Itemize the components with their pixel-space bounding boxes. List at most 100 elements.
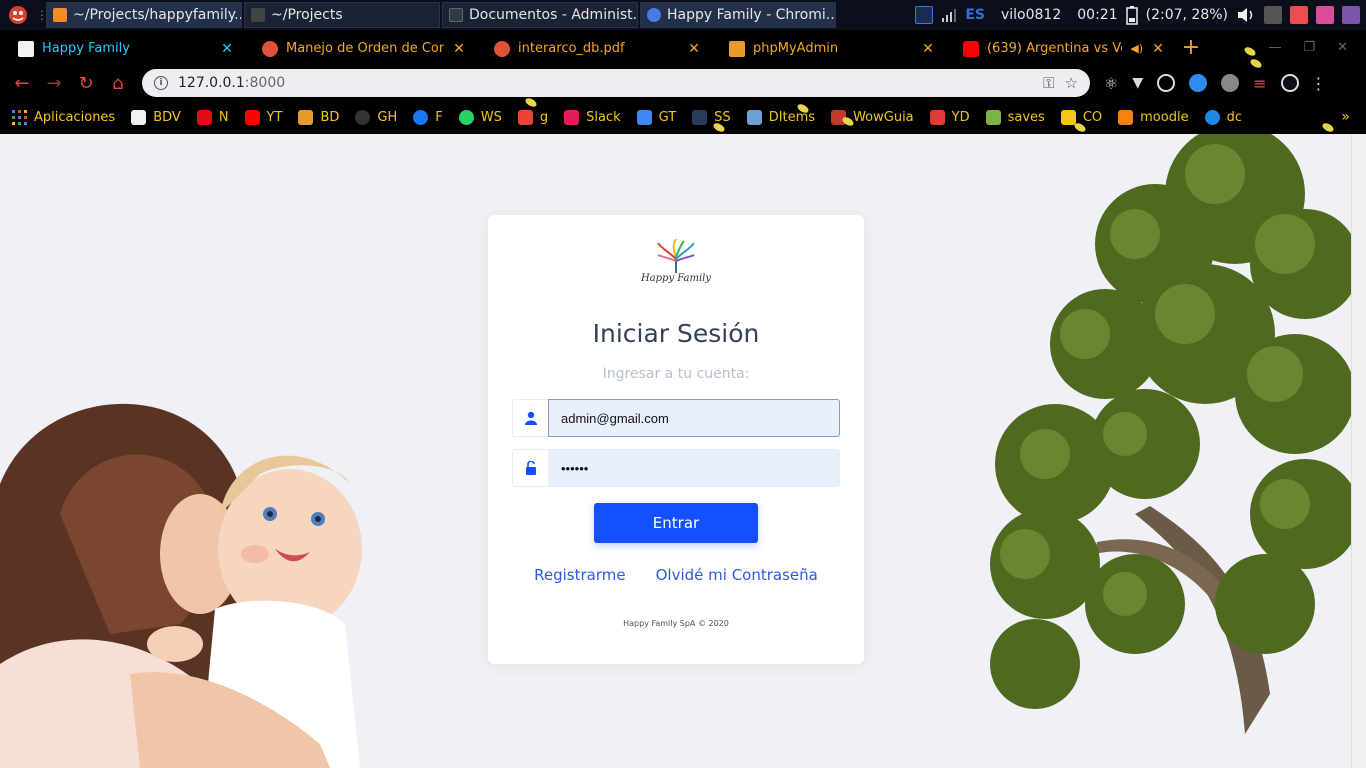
close-tab-icon[interactable]: ✕ [921, 41, 935, 57]
more-bookmarks-icon[interactable]: » [1341, 109, 1350, 125]
vue-devtools-icon[interactable]: ▼ [1132, 75, 1143, 91]
google-translate-icon [636, 110, 652, 125]
bookmark-ss[interactable]: SS [692, 110, 731, 125]
bookmark-whatsapp[interactable]: WS [458, 110, 502, 125]
mail-tray-icon[interactable] [1316, 6, 1334, 24]
back-arrow-icon[interactable]: ← [6, 67, 38, 99]
tab-label: Happy Family [42, 41, 130, 56]
close-tab-icon[interactable]: ✕ [687, 41, 701, 57]
tab-happy-family[interactable]: Happy Family ✕ [0, 32, 244, 65]
phpmyadmin-icon [298, 110, 314, 125]
moodle-icon [1118, 110, 1134, 125]
tab-label: phpMyAdmin [753, 41, 839, 56]
bookmark-label: CO [1082, 110, 1103, 125]
bookmark-facebook[interactable]: F [413, 110, 443, 125]
email-input[interactable] [548, 399, 840, 437]
task-terminal[interactable]: ~/Projects [244, 2, 440, 28]
reload-icon[interactable]: ↻ [70, 67, 102, 99]
download-arrow-icon [985, 110, 1001, 125]
task-chromium[interactable]: Happy Family - Chromi... [640, 2, 836, 28]
bookmark-star-icon[interactable]: ☆ [1065, 74, 1078, 92]
url-text[interactable]: 127.0.0.1:8000 [178, 75, 1033, 91]
user-icon [524, 411, 537, 425]
sublime-icon [53, 8, 67, 22]
browser-menu-icon[interactable]: ⋮ [1311, 74, 1327, 93]
signal-icon[interactable] [941, 7, 957, 23]
address-bar[interactable]: i 127.0.0.1:8000 ⚿ ☆ [142, 69, 1090, 97]
bdv-icon [131, 110, 147, 125]
start-menu-button[interactable] [0, 0, 36, 30]
reading-list-icon[interactable]: ≡ [1253, 74, 1266, 93]
taskbar-grip: ⋮ [36, 8, 48, 22]
bookmark-netflix[interactable]: N [196, 110, 229, 125]
bookmark-apps[interactable]: Aplicaciones [12, 110, 115, 125]
task-file-manager[interactable]: Documentos - Administ... [442, 2, 638, 28]
close-tab-icon[interactable]: ✕ [452, 41, 466, 57]
volume-icon[interactable] [1236, 6, 1256, 24]
bookmark-label: dc [1226, 110, 1242, 125]
document-icon [449, 8, 463, 22]
bookmark-github[interactable]: GH [355, 110, 397, 125]
keyboard-layout[interactable]: ES [965, 7, 985, 23]
gmail-icon [517, 110, 533, 125]
extension-icon[interactable] [1157, 74, 1176, 92]
task-sublime[interactable]: ~/Projects/happyfamily... [46, 2, 242, 28]
globe-favicon-icon [262, 40, 278, 57]
clock[interactable]: 00:21 [1077, 7, 1117, 23]
minimize-icon[interactable]: — [1268, 40, 1281, 55]
vscode-tray-icon[interactable] [915, 6, 934, 24]
logo-text: Happy Family [640, 273, 712, 284]
tab-phpmyadmin[interactable]: phpMyAdmin ✕ [711, 32, 945, 65]
tray-app-icon[interactable] [1264, 6, 1282, 24]
bookmark-co[interactable]: CO [1060, 110, 1103, 125]
bookmark-bdv[interactable]: BDV [131, 110, 181, 125]
bookmark-bd[interactable]: BD [298, 110, 339, 125]
happy-family-logo: Happy Family [638, 238, 714, 291]
extension-icon[interactable] [1221, 74, 1240, 92]
home-icon[interactable]: ⌂ [102, 67, 134, 99]
tab-interarco-pdf[interactable]: interarco_db.pdf ✕ [476, 32, 711, 65]
password-field-group [512, 449, 840, 487]
login-card: Happy Family Iniciar Sesión Ingresar a t… [488, 215, 864, 664]
bookmark-translate[interactable]: GT [636, 110, 676, 125]
tab-label: Manejo de Orden de Comp [286, 41, 444, 56]
page-scrollbar[interactable] [1351, 134, 1366, 768]
youtube-favicon-icon [963, 40, 979, 57]
bookmark-moodle[interactable]: moodle [1118, 110, 1189, 125]
bookmark-yd[interactable]: YD [929, 110, 970, 125]
co-icon [1060, 110, 1076, 125]
lock-icon-addon [512, 449, 548, 487]
audio-playing-icon[interactable]: ◀) [1130, 42, 1143, 55]
battery-icon [1125, 6, 1138, 25]
chromium-icon [647, 8, 661, 22]
register-link[interactable]: Registrarme [534, 566, 625, 584]
tray-app-icon[interactable] [1342, 6, 1360, 24]
close-tab-icon[interactable]: ✕ [1151, 41, 1165, 57]
bookmark-youtube[interactable]: YT [244, 110, 282, 125]
bookmark-label: moodle [1140, 110, 1189, 125]
profile-avatar-icon[interactable] [1280, 74, 1299, 92]
bookmark-saves[interactable]: saves [985, 110, 1045, 125]
bookmark-slack[interactable]: Slack [564, 110, 621, 125]
key-icon[interactable]: ⚿ [1043, 74, 1054, 92]
maximize-icon[interactable]: ❐ [1303, 40, 1315, 55]
login-submit-button[interactable]: Entrar [594, 503, 758, 543]
forward-arrow-icon[interactable]: → [38, 67, 70, 99]
extension-icon[interactable] [1189, 74, 1208, 92]
new-tab-plus-icon[interactable]: + [1175, 35, 1207, 60]
react-devtools-icon[interactable]: ⚛ [1104, 74, 1118, 93]
bookmark-gmail[interactable]: g [517, 110, 548, 125]
tray-app-icon[interactable] [1290, 6, 1308, 24]
password-input[interactable] [548, 449, 840, 487]
tab-youtube[interactable]: (639) Argentina vs Ven ◀) ✕ [945, 32, 1175, 65]
close-tab-icon[interactable]: ✕ [220, 41, 234, 57]
tab-manejo-orden[interactable]: Manejo de Orden de Comp ✕ [244, 32, 476, 65]
close-window-icon[interactable]: ✕ [1337, 40, 1348, 55]
tab-label: interarco_db.pdf [518, 41, 625, 56]
url-port: :8000 [244, 75, 286, 91]
bookmark-dc[interactable]: dc [1204, 110, 1242, 125]
login-page: Happy Family Iniciar Sesión Ingresar a t… [0, 134, 1351, 768]
forgot-password-link[interactable]: Olvidé mi Contraseña [656, 566, 818, 584]
site-info-icon[interactable]: i [154, 76, 168, 90]
login-subtitle: Ingresar a tu cuenta: [602, 366, 750, 382]
